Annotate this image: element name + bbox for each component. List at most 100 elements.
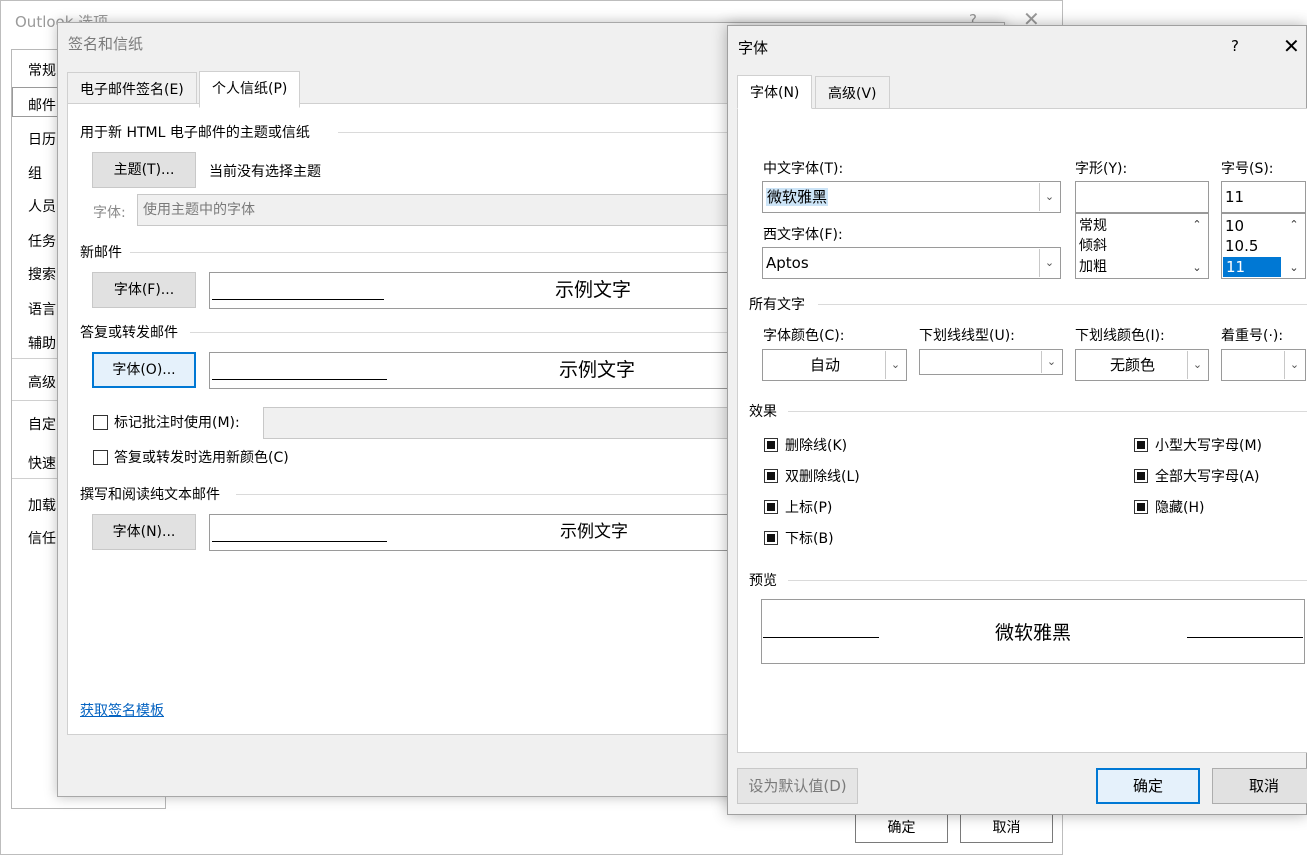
chevron-down-icon[interactable]: ⌄ (1039, 249, 1059, 277)
theme-font-label: 字体: (93, 205, 126, 221)
nav-item-people[interactable]: 人员 (28, 196, 56, 216)
size-option[interactable]: 10.5 (1225, 236, 1258, 256)
new-mail-group-heading: 新邮件 (80, 245, 122, 261)
cn-font-combo[interactable]: 微软雅黑 ⌄ (762, 181, 1061, 213)
underline-color-value: 无颜色 (1109, 356, 1155, 374)
underline-style-combo[interactable]: ⌄ (919, 349, 1063, 375)
tab-personal-stationery[interactable]: 个人信纸(P) (199, 71, 301, 108)
nav-item-tasks[interactable]: 任务 (28, 231, 56, 251)
style-input[interactable] (1075, 181, 1209, 213)
reply-group-heading: 答复或转发邮件 (80, 325, 178, 341)
hidden-label: 隐藏(H) (1155, 500, 1205, 516)
size-option[interactable]: 10 (1225, 216, 1244, 236)
plain-text-font-button[interactable]: 字体(N)... (92, 514, 196, 550)
style-option[interactable]: 倾斜 (1079, 236, 1107, 256)
west-font-combo[interactable]: Aptos ⌄ (762, 247, 1061, 279)
underline-color-combo[interactable]: 无颜色 ⌄ (1075, 349, 1209, 381)
size-input[interactable]: 11 (1221, 181, 1306, 213)
nav-item-quick-access[interactable]: 快速 (28, 453, 56, 473)
font-dialog: 字体 ? ✕ 字体(N) 高级(V) 中文字体(T): 微软雅黑 ⌄ 西文字体(… (727, 25, 1307, 815)
subscript-label: 下标(B) (785, 531, 834, 547)
font-cancel-button[interactable]: 取消 (1212, 768, 1307, 804)
group-divider (788, 411, 1307, 412)
group-divider (788, 580, 1307, 581)
tab-font[interactable]: 字体(N) (737, 75, 813, 109)
chevron-up-icon[interactable]: ⌃ (1186, 218, 1208, 231)
font-help-button[interactable]: ? (1231, 37, 1239, 55)
reply-sample-text: 示例文字 (559, 359, 636, 381)
chevron-down-icon[interactable]: ⌄ (1187, 351, 1207, 379)
nav-item-language[interactable]: 语言 (28, 299, 56, 319)
close-icon[interactable]: ✕ (1283, 34, 1300, 58)
nav-item-accessibility[interactable]: 辅助 (28, 333, 56, 353)
chevron-down-icon[interactable]: ⌄ (1039, 183, 1059, 211)
chevron-down-icon[interactable]: ⌄ (1186, 261, 1208, 274)
superscript-label: 上标(P) (785, 500, 833, 516)
chevron-down-icon[interactable]: ⌄ (1041, 351, 1061, 373)
superscript-checkbox[interactable] (764, 500, 778, 514)
plain-text-sample-text: 示例文字 (560, 522, 628, 542)
sample-line (212, 299, 384, 300)
signatures-title: 签名和信纸 (68, 35, 144, 53)
double-strikethrough-checkbox[interactable] (764, 469, 778, 483)
theme-button[interactable]: 主题(T)... (92, 152, 196, 188)
size-option-selected[interactable]: 11 (1223, 257, 1281, 277)
all-text-group-heading: 所有文字 (749, 297, 805, 313)
nav-item-groups[interactable]: 组 (28, 163, 42, 183)
nav-item-addins[interactable]: 加载 (28, 495, 56, 515)
style-option[interactable]: 常规 (1079, 216, 1107, 236)
options-ok-button[interactable]: 确定 (855, 813, 948, 843)
emphasis-combo[interactable]: ⌄ (1221, 349, 1306, 381)
signature-templates-link[interactable]: 获取签名模板 (80, 700, 164, 720)
west-font-value: Aptos (766, 254, 809, 272)
new-mail-sample-text: 示例文字 (555, 279, 632, 301)
group-divider (818, 304, 1307, 305)
chevron-up-icon[interactable]: ⌃ (1283, 218, 1305, 231)
chevron-down-icon[interactable]: ⌄ (885, 351, 905, 379)
set-default-button[interactable]: 设为默认值(D) (737, 768, 858, 804)
nav-item-customize[interactable]: 自定 (28, 414, 56, 434)
sample-line (212, 541, 387, 542)
nav-item-trust-center[interactable]: 信任 (28, 528, 56, 548)
nav-item-search[interactable]: 搜索 (28, 264, 56, 284)
mark-comments-label: 标记批注时使用(M): (114, 415, 240, 431)
mark-comments-checkbox[interactable] (93, 415, 108, 430)
style-list[interactable]: 常规 倾斜 加粗 ⌃ ⌄ (1075, 213, 1209, 279)
strikethrough-checkbox[interactable] (764, 438, 778, 452)
tab-font-label: 字体(N) (750, 85, 800, 101)
emphasis-label: 着重号(·): (1221, 328, 1284, 344)
style-label: 字形(Y): (1075, 161, 1128, 177)
size-scrollbar[interactable]: ⌃ ⌄ (1283, 214, 1305, 278)
tab-email-signature-label: 电子邮件签名(E) (80, 82, 184, 98)
style-scrollbar[interactable]: ⌃ ⌄ (1186, 214, 1208, 278)
new-color-checkbox[interactable] (93, 450, 108, 465)
font-dialog-title: 字体 (738, 39, 769, 57)
tab-advanced[interactable]: 高级(V) (815, 76, 890, 108)
nav-item-calendar[interactable]: 日历 (28, 129, 56, 149)
font-color-combo[interactable]: 自动 ⌄ (762, 349, 907, 381)
nav-item-advanced[interactable]: 高级 (28, 372, 56, 392)
size-list[interactable]: 10 10.5 11 ⌃ ⌄ (1221, 213, 1306, 279)
chevron-down-icon[interactable]: ⌄ (1283, 261, 1305, 274)
chevron-down-icon[interactable]: ⌄ (1284, 351, 1304, 379)
options-cancel-button[interactable]: 取消 (960, 813, 1053, 843)
small-caps-checkbox[interactable] (1134, 438, 1148, 452)
new-mail-font-button[interactable]: 字体(F)... (92, 272, 196, 308)
font-color-value: 自动 (809, 356, 840, 374)
hidden-checkbox[interactable] (1134, 500, 1148, 514)
font-color-label: 字体颜色(C): (763, 328, 845, 344)
style-option[interactable]: 加粗 (1079, 257, 1107, 277)
preview-text: 微软雅黑 (994, 622, 1071, 644)
double-strikethrough-label: 双删除线(L) (785, 469, 860, 485)
preview-group-heading: 预览 (749, 573, 777, 589)
all-caps-label: 全部大写字母(A) (1155, 469, 1260, 485)
font-ok-button[interactable]: 确定 (1096, 768, 1200, 804)
strikethrough-label: 删除线(K) (785, 438, 848, 454)
reply-font-button[interactable]: 字体(O)... (92, 352, 196, 388)
all-caps-checkbox[interactable] (1134, 469, 1148, 483)
nav-item-mail[interactable]: 邮件 (28, 95, 56, 115)
effects-group-heading: 效果 (749, 404, 777, 420)
nav-item-general[interactable]: 常规 (28, 60, 56, 80)
subscript-checkbox[interactable] (764, 531, 778, 545)
theme-status: 当前没有选择主题 (209, 164, 321, 180)
